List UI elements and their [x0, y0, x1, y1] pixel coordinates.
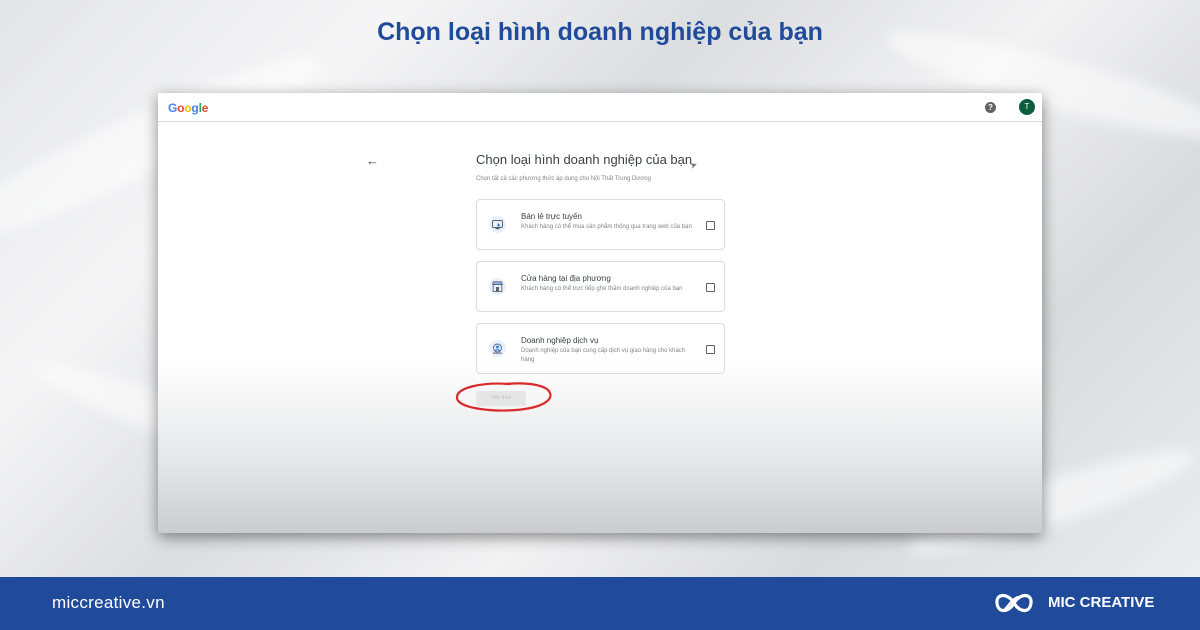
- red-circle-annotation: [455, 382, 552, 412]
- option-description: Doanh nghiệp của bạn cung cấp dịch vụ gi…: [521, 348, 686, 363]
- screen-fade-overlay: [158, 363, 1042, 533]
- logo-letter: e: [201, 101, 209, 115]
- page-title: Chọn loại hình doanh nghiệp của bạn: [476, 152, 693, 167]
- logo-letter: g: [191, 101, 199, 115]
- option-card-local-store[interactable]: Cửa hàng tại địa phương Khách hàng có th…: [476, 261, 725, 312]
- page-subtitle: Chọn tất cả các phương thức áp dụng cho …: [476, 176, 651, 182]
- browser-window: Google ? T ← Chọn loại hình doanh nghiệp…: [158, 93, 1042, 533]
- logo-letter: G: [168, 101, 178, 115]
- option-title: Doanh nghiệp dịch vụ: [521, 336, 599, 345]
- option-checkbox[interactable]: [706, 221, 715, 230]
- google-logo[interactable]: Google: [168, 101, 208, 115]
- logo-letter: o: [177, 101, 185, 115]
- option-card-service-business[interactable]: Doanh nghiệp dịch vụ Doanh nghiệp của bạ…: [476, 323, 725, 374]
- service-business-icon: [489, 340, 506, 357]
- brand-name: MIC CREATIVE: [1048, 594, 1155, 611]
- option-description: Khách hàng có thể mua sản phẩm thông qua…: [521, 224, 692, 230]
- option-card-online-retail[interactable]: Bán lẻ trực tuyến Khách hàng có thể mua …: [476, 199, 725, 250]
- mouse-cursor-icon: ➤: [688, 159, 699, 172]
- option-checkbox[interactable]: [706, 283, 715, 292]
- mic-creative-logo-icon: [995, 593, 1033, 613]
- option-description: Khách hàng có thể trực tiếp ghé thăm doa…: [521, 286, 683, 292]
- account-avatar[interactable]: T: [1019, 99, 1035, 115]
- website-link[interactable]: miccreative.vn: [52, 593, 165, 613]
- help-icon[interactable]: ?: [985, 102, 996, 113]
- option-title: Bán lẻ trực tuyến: [521, 212, 582, 221]
- back-arrow-icon[interactable]: ←: [366, 154, 379, 167]
- footer-bar: miccreative.vn MIC CREATIVE: [0, 577, 1200, 630]
- storefront-icon: [489, 278, 506, 295]
- logo-letter: o: [184, 101, 192, 115]
- option-title: Cửa hàng tại địa phương: [521, 274, 611, 283]
- page-headline: Chọn loại hình doanh nghiệp của bạn: [377, 18, 823, 46]
- online-retail-icon: [489, 216, 506, 233]
- google-topbar: Google ? T: [158, 93, 1042, 122]
- option-checkbox[interactable]: [706, 345, 715, 354]
